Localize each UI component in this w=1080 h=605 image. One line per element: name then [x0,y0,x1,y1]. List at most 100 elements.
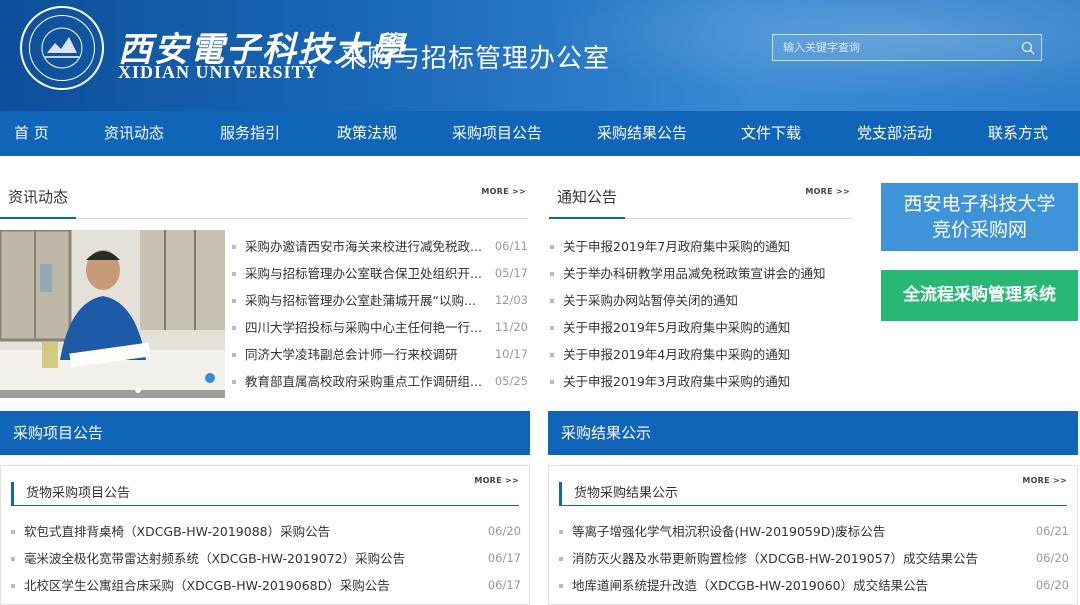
news-section-header: 资讯动态 MORE >> [0,183,528,219]
news-more-link[interactable]: MORE >> [481,187,526,196]
procurement-title[interactable]: 北校区学生公寓组合床采购（XDCGB-HW-2019068D）采购公告 [24,572,480,599]
main-nav: 首 页 资讯动态 服务指引 政策法规 采购项目公告 采购结果公告 文件下载 党支… [0,111,1080,156]
goods-results-label[interactable]: 货物采购结果公示 [559,482,678,506]
procurement-title[interactable]: 软包式直排背桌椅（XDCGB-HW-2019088）采购公告 [24,518,480,545]
news-date: 06/11 [494,239,528,253]
notice-title[interactable]: 关于申报2019年5月政府集中采购的通知 [563,314,852,341]
list-item[interactable]: 同济大学凌玮副总会计师一行来校调研 10/17 [232,341,528,368]
university-logo-icon[interactable] [20,6,104,90]
result-date: 06/20 [1035,578,1069,592]
bullet [550,244,554,249]
list-item[interactable]: 关于申报2019年5月政府集中采购的通知 [550,314,852,341]
bullet [232,325,236,330]
list-item[interactable]: 毫米波全极化宽带雷达射频系统（XDCGB-HW-2019072）采购公告 06/1… [11,545,521,572]
bullet [232,298,236,303]
procurement-date: 06/17 [487,551,521,565]
notice-title[interactable]: 关于申报2019年4月政府集中采购的通知 [563,341,852,368]
news-section-title[interactable]: 资讯动态 [0,186,77,219]
bullet [11,556,15,561]
nav-home[interactable]: 首 页 [14,111,49,156]
result-date: 06/21 [1035,524,1069,538]
bullet [232,271,236,276]
procurement-title[interactable]: 毫米波全极化宽带雷达射频系统（XDCGB-HW-2019072）采购公告 [24,545,480,572]
list-item[interactable]: 教育部直属高校政府采购重点工作调研组... 05/25 [232,368,528,395]
list-item[interactable]: 采购与招标管理办公室联合保卫处组织开... 05/17 [232,260,528,287]
nav-procurement-notices[interactable]: 采购项目公告 [452,111,542,156]
notice-title[interactable]: 关于申报2019年7月政府集中采购的通知 [563,233,852,260]
list-item[interactable]: 消防灭火器及水带更新购置检修（XDCGB-HW-2019057）成交结果公告 06… [559,545,1069,572]
nav-party-activities[interactable]: 党支部活动 [857,111,932,156]
news-photo-image [0,230,225,398]
goods-procurement-label[interactable]: 货物采购项目公告 [11,482,130,506]
result-title[interactable]: 消防灭火器及水带更新购置检修（XDCGB-HW-2019057）成交结果公告 [572,545,1028,572]
news-list: 采购办邀请西安市海关来校进行减免税政... 06/11 采购与招标管理办公室联合保… [232,233,528,395]
bullet [11,529,15,534]
notices-section-title[interactable]: 通知公告 [549,186,626,219]
nav-contact[interactable]: 联系方式 [988,111,1048,156]
news-title[interactable]: 采购办邀请西安市海关来校进行减免税政... [245,233,487,260]
bullet [232,244,236,249]
nav-procurement-results[interactable]: 采购结果公告 [597,111,687,156]
bullet [559,529,563,534]
bullet [559,583,563,588]
list-item[interactable]: 采购办邀请西安市海关来校进行减免税政... 06/11 [232,233,528,260]
list-item[interactable]: 软包式直排背桌椅（XDCGB-HW-2019088）采购公告 06/20 [11,518,521,545]
nav-policies[interactable]: 政策法规 [337,111,397,156]
bidding-website-banner[interactable]: 西安电子科技大学 竞价采购网 [881,183,1078,251]
news-date: 10/17 [494,347,528,361]
bullet [550,352,554,357]
notice-title[interactable]: 关于采购办网站暂停关闭的通知 [563,287,852,314]
news-title[interactable]: 同济大学凌玮副总会计师一行来校调研 [245,341,487,368]
procurement-notices-bar[interactable]: 采购项目公告 [0,411,530,455]
news-title[interactable]: 采购与招标管理办公室赴蒲城开展“以购... [245,287,487,314]
procurement-results-bar[interactable]: 采购结果公示 [548,411,1078,455]
news-date: 05/25 [494,374,528,388]
search-box [772,34,1042,61]
search-icon[interactable] [1015,35,1041,61]
results-list: 等离子增强化学气相沉积设备(HW-2019059D)废标公告 06/21 消防灭火… [559,518,1069,599]
list-item[interactable]: 关于采购办网站暂停关闭的通知 [550,287,852,314]
site-header: 西安電子科技大學 XIDIAN UNIVERSITY 采购与招标管理办公室 [0,0,1080,111]
nav-service-guide[interactable]: 服务指引 [220,111,280,156]
procurement-subheader: 货物采购项目公告 MORE >> [11,474,519,506]
bidding-banner-line1: 西安电子科技大学 [903,193,1056,215]
bullet [11,583,15,588]
bullet [559,556,563,561]
bidding-banner-line2: 竞价采购网 [931,219,1027,241]
list-item[interactable]: 等离子增强化学气相沉积设备(HW-2019059D)废标公告 06/21 [559,518,1069,545]
list-item[interactable]: 地库道闸系统提升改造（XDCGB-HW-2019060）成交结果公告 06/20 [559,572,1069,599]
notice-title[interactable]: 关于申报2019年3月政府集中采购的通知 [563,368,852,395]
logo-emblem-icon [41,27,83,69]
news-title[interactable]: 四川大学招投标与采购中心主任何艳一行... [245,314,487,341]
result-title[interactable]: 等离子增强化学气相沉积设备(HW-2019059D)废标公告 [572,518,1028,545]
list-item[interactable]: 关于申报2019年4月政府集中采购的通知 [550,341,852,368]
university-name-en: XIDIAN UNIVERSITY [118,62,319,82]
notices-more-link[interactable]: MORE >> [805,187,850,196]
list-item[interactable]: 北校区学生公寓组合床采购（XDCGB-HW-2019068D）采购公告 06/17 [11,572,521,599]
procurement-system-banner[interactable]: 全流程采购管理系统 [881,270,1078,321]
procurement-more-link[interactable]: MORE >> [474,476,519,485]
nav-news[interactable]: 资讯动态 [104,111,164,156]
notices-section-header: 通知公告 MORE >> [549,183,852,219]
procurement-list: 软包式直排背桌椅（XDCGB-HW-2019088）采购公告 06/20 毫米波全… [11,518,521,599]
bullet [232,352,236,357]
list-item[interactable]: 关于申报2019年3月政府集中采购的通知 [550,368,852,395]
news-photo[interactable] [0,230,225,398]
list-item[interactable]: 四川大学招投标与采购中心主任何艳一行... 11/20 [232,314,528,341]
bullet [550,325,554,330]
news-title[interactable]: 采购与招标管理办公室联合保卫处组织开... [245,260,487,287]
bullet [550,271,554,276]
result-title[interactable]: 地库道闸系统提升改造（XDCGB-HW-2019060）成交结果公告 [572,572,1028,599]
notice-title[interactable]: 关于举办科研教学用品减免税政策宣讲会的通知 [563,260,852,287]
list-item[interactable]: 关于举办科研教学用品减免税政策宣讲会的通知 [550,260,852,287]
procurement-results-panel: 货物采购结果公示 MORE >> 等离子增强化学气相沉积设备(HW-201905… [548,465,1078,605]
news-title[interactable]: 教育部直属高校政府采购重点工作调研组... [245,368,487,395]
news-date: 12/03 [494,293,528,307]
results-more-link[interactable]: MORE >> [1022,476,1067,485]
nav-downloads[interactable]: 文件下载 [741,111,801,156]
list-item[interactable]: 采购与招标管理办公室赴蒲城开展“以购... 12/03 [232,287,528,314]
bullet [232,379,236,384]
list-item[interactable]: 关于申报2019年7月政府集中采购的通知 [550,233,852,260]
search-input[interactable] [773,35,1015,60]
procurement-notices-panel: 货物采购项目公告 MORE >> 软包式直排背桌椅（XDCGB-HW-20190… [0,465,530,605]
